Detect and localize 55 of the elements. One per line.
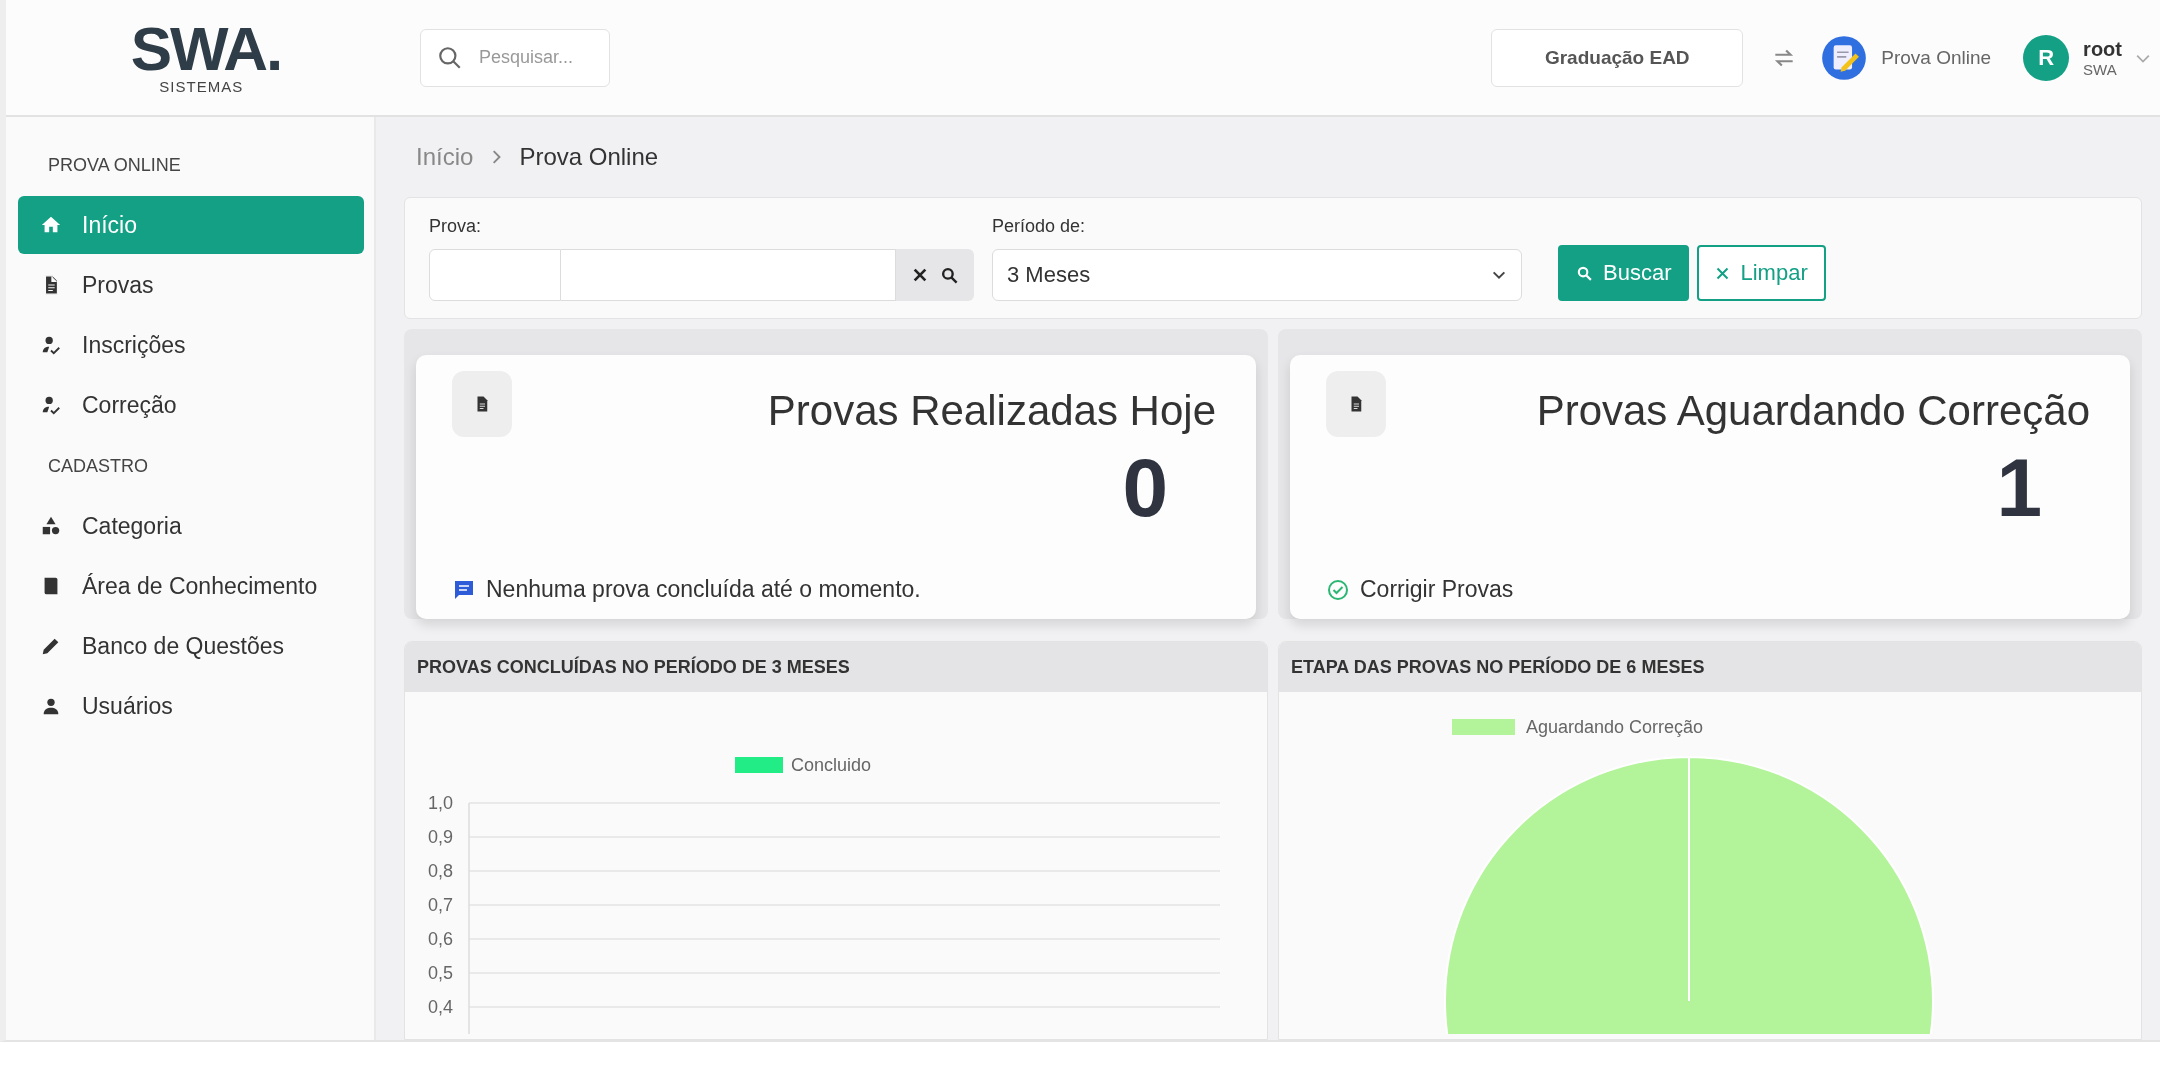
breadcrumb-item: Prova Online bbox=[519, 143, 659, 171]
sidebar-item[interactable]: Provas bbox=[18, 256, 364, 314]
clear-icon[interactable] bbox=[911, 267, 928, 283]
search-icon bbox=[437, 44, 463, 71]
logo-wordmark: SWA. bbox=[130, 20, 282, 78]
search-field[interactable]: Pesquisar... bbox=[420, 28, 610, 87]
sidebar-item[interactable]: Área de Conhecimento bbox=[18, 557, 364, 615]
chart-legend-item[interactable]: Concluido bbox=[735, 755, 872, 775]
shapes-icon bbox=[40, 515, 62, 537]
sidebar-item[interactable]: Usuários bbox=[18, 677, 364, 735]
user-name: root bbox=[2083, 37, 2122, 61]
axis-tick-label: 0,7 bbox=[427, 895, 453, 915]
exam-avatar-icon bbox=[1821, 34, 1868, 81]
search-input[interactable]: Pesquisar... bbox=[477, 46, 591, 69]
user-check-icon bbox=[40, 394, 62, 416]
sidebar-section-title: PROVA ONLINE bbox=[47, 154, 182, 177]
search-icon bbox=[1576, 264, 1593, 282]
check-circle-icon bbox=[1326, 577, 1350, 602]
pie-slice[interactable] bbox=[1444, 756, 1934, 1034]
logo-subtitle: SISTEMAS bbox=[159, 78, 244, 95]
legend-label: Concluido bbox=[791, 755, 872, 775]
correct-exams-link[interactable]: Corrigir Provas bbox=[1360, 576, 1514, 603]
user-org: SWA bbox=[2083, 60, 2118, 78]
card-message: Nenhuma prova concluída até o momento. bbox=[486, 576, 921, 603]
axis-tick-label: 0,8 bbox=[427, 861, 453, 881]
sidebar-item[interactable]: Categoria bbox=[18, 497, 364, 555]
sidebar-section-title: CADASTRO bbox=[47, 455, 149, 478]
search-icon[interactable] bbox=[939, 265, 959, 285]
module-label[interactable]: Prova Online bbox=[1881, 46, 1992, 69]
context-button[interactable]: Graduação EAD bbox=[1491, 28, 1744, 87]
field-label: Período de: bbox=[992, 216, 1087, 237]
chart-legend-item[interactable]: Aguardando Correção bbox=[1452, 717, 1704, 737]
card-title: Provas Realizadas Hoje bbox=[767, 387, 1216, 435]
close-icon bbox=[1715, 265, 1731, 281]
chart-title: PROVAS CONCLUÍDAS NO PERÍODO DE 3 MESES bbox=[405, 642, 1267, 692]
chart-title: ETAPA DAS PROVAS NO PERÍODO DE 6 MESES bbox=[1279, 642, 2141, 692]
axis-tick-label: 0,4 bbox=[427, 997, 453, 1017]
code-field[interactable] bbox=[429, 249, 561, 301]
legend-label: Aguardando Correção bbox=[1526, 717, 1704, 737]
document-icon bbox=[452, 371, 512, 437]
card-value: 0 bbox=[1121, 447, 1169, 529]
axis-tick-label: 0,5 bbox=[427, 963, 453, 983]
sidebar-item[interactable]: Banco de Questões bbox=[18, 617, 364, 675]
field-label: Prova: bbox=[429, 216, 483, 237]
exam-field[interactable] bbox=[561, 249, 896, 301]
user-check-icon bbox=[40, 334, 62, 356]
card-value: 1 bbox=[1995, 447, 2043, 529]
document-icon bbox=[1326, 371, 1386, 437]
axis-tick-label: 1,0 bbox=[427, 793, 453, 813]
sidebar-item[interactable]: Inscrições bbox=[18, 316, 364, 374]
axis-tick-label: 0,9 bbox=[427, 827, 453, 847]
sidebar-item[interactable]: Correção bbox=[18, 376, 364, 434]
card-title: Provas Aguardando Correção bbox=[1536, 387, 2090, 435]
axis-tick-label: 0,6 bbox=[427, 929, 453, 949]
period-select[interactable]: 3 Meses bbox=[992, 249, 1522, 301]
